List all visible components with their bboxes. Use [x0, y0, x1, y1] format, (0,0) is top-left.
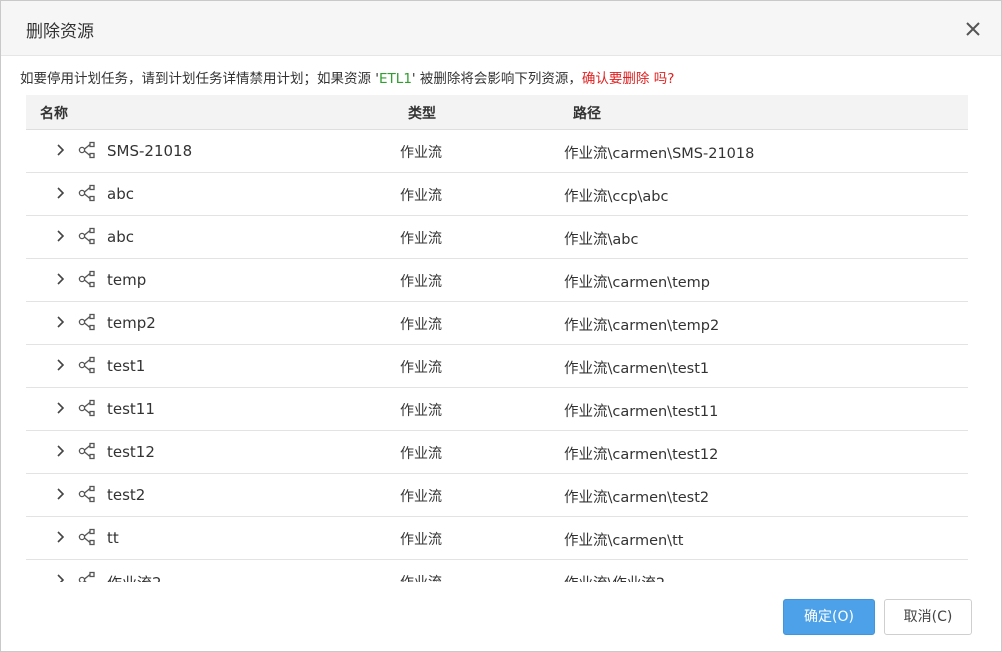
workflow-icon	[78, 571, 96, 582]
workflow-icon	[78, 399, 96, 417]
table-row[interactable]: abc 作业流 作业流\abc	[26, 216, 968, 259]
row-name: test1	[107, 357, 146, 375]
row-type: 作业流	[400, 360, 442, 376]
table-row[interactable]: temp 作业流 作业流\carmen\temp	[26, 259, 968, 302]
notice-confirm: 确认要删除 吗?	[581, 71, 675, 87]
close-icon[interactable]	[963, 19, 983, 39]
table-row[interactable]: test12 作业流 作业流\carmen\test12	[26, 431, 968, 474]
workflow-icon	[78, 227, 96, 245]
row-path: 作业流\abc	[564, 232, 639, 248]
delete-resource-dialog: 删除资源 如要停用计划任务，请到计划任务详情禁用计划；如果资源 'ETL1' 被…	[0, 0, 1002, 652]
notice-resource-name: ETL1	[379, 71, 412, 87]
dialog-title: 删除资源	[26, 22, 94, 42]
chevron-right-icon[interactable]	[56, 272, 66, 286]
row-name: test2	[107, 486, 146, 504]
row-type: 作业流	[400, 403, 442, 419]
cancel-button[interactable]: 取消(C)	[884, 599, 972, 635]
table-row[interactable]: abc 作业流 作业流\ccp\abc	[26, 173, 968, 216]
row-name: test12	[107, 443, 155, 461]
table-header: 名称 类型 路径	[26, 95, 968, 130]
workflow-icon	[78, 141, 96, 159]
row-path: 作业流\carmen\SMS-21018	[564, 146, 755, 162]
row-type: 作业流	[400, 446, 442, 462]
table-row[interactable]: SMS-21018 作业流 作业流\carmen\SMS-21018	[26, 130, 968, 173]
delete-notice: 如要停用计划任务，请到计划任务详情禁用计划；如果资源 'ETL1' 被删除将会影…	[20, 67, 674, 87]
workflow-icon	[78, 485, 96, 503]
workflow-icon	[78, 528, 96, 546]
row-path: 作业流\carmen\test11	[564, 404, 719, 420]
row-path: 作业流\作业流2	[564, 572, 665, 582]
row-name: temp2	[107, 314, 156, 332]
row-name: tt	[107, 529, 119, 547]
affected-resources-table[interactable]: 名称 类型 路径 SMS-21018 作业流 作业流\carmen\SMS-2101…	[26, 95, 968, 582]
row-name: temp	[107, 271, 147, 289]
workflow-icon	[78, 313, 96, 331]
workflow-icon	[78, 270, 96, 288]
row-type: 作业流	[400, 274, 442, 290]
notice-middle: ' 被删除将会影响下列资源，	[411, 71, 582, 87]
chevron-right-icon[interactable]	[56, 530, 66, 544]
chevron-right-icon[interactable]	[56, 186, 66, 200]
row-name: SMS-21018	[107, 142, 193, 160]
workflow-icon	[78, 184, 96, 202]
header-path: 路径	[573, 106, 601, 122]
table-body: SMS-21018 作业流 作业流\carmen\SMS-21018 abc 作业流 作业…	[26, 130, 968, 582]
row-path: 作业流\carmen\test2	[564, 490, 710, 506]
row-name: abc	[107, 185, 134, 203]
row-type: 作业流	[400, 532, 442, 548]
table-row[interactable]: temp2 作业流 作业流\carmen\temp2	[26, 302, 968, 345]
header-name: 名称	[40, 106, 68, 122]
row-type: 作业流	[400, 572, 442, 582]
header-type: 类型	[408, 106, 436, 122]
table-row[interactable]: tt 作业流 作业流\carmen\tt	[26, 517, 968, 560]
row-path: 作业流\carmen\test12	[564, 447, 719, 463]
row-type: 作业流	[400, 489, 442, 505]
chevron-right-icon[interactable]	[56, 401, 66, 415]
row-name: abc	[107, 228, 134, 246]
workflow-icon	[78, 442, 96, 460]
table-row[interactable]: 作业流2 作业流 作业流\作业流2	[26, 560, 968, 582]
table-row[interactable]: test1 作业流 作业流\carmen\test1	[26, 345, 968, 388]
row-path: 作业流\carmen\tt	[564, 533, 684, 549]
row-name: 作业流2	[107, 572, 162, 582]
row-path: 作业流\carmen\temp2	[564, 318, 720, 334]
chevron-right-icon[interactable]	[56, 487, 66, 501]
row-path: 作业流\carmen\temp	[564, 275, 711, 291]
row-name: test11	[107, 400, 155, 418]
row-type: 作业流	[400, 317, 442, 333]
chevron-right-icon[interactable]	[56, 143, 66, 157]
chevron-right-icon[interactable]	[56, 358, 66, 372]
row-path: 作业流\ccp\abc	[564, 189, 669, 205]
notice-prefix: 如要停用计划任务，请到计划任务详情禁用计划；如果资源 '	[20, 71, 380, 87]
chevron-right-icon[interactable]	[56, 229, 66, 243]
chevron-right-icon[interactable]	[56, 444, 66, 458]
table-row[interactable]: test2 作业流 作业流\carmen\test2	[26, 474, 968, 517]
row-type: 作业流	[400, 145, 442, 161]
table-row[interactable]: test11 作业流 作业流\carmen\test11	[26, 388, 968, 431]
chevron-right-icon[interactable]	[56, 573, 66, 582]
dialog-title-bar: 删除资源	[1, 1, 1001, 56]
confirm-button[interactable]: 确定(O)	[783, 599, 875, 635]
row-path: 作业流\carmen\test1	[564, 361, 710, 377]
row-type: 作业流	[400, 188, 442, 204]
workflow-icon	[78, 356, 96, 374]
chevron-right-icon[interactable]	[56, 315, 66, 329]
row-type: 作业流	[400, 231, 442, 247]
